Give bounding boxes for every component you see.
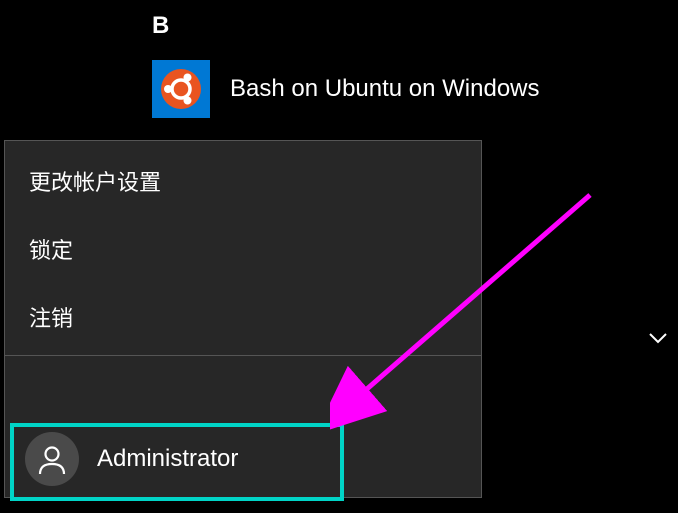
app-label: Bash on Ubuntu on Windows (230, 75, 540, 103)
menu-divider (5, 355, 481, 356)
user-avatar-icon (25, 432, 79, 486)
user-context-menu: 更改帐户设置 锁定 注销 Administrator (4, 140, 482, 498)
menu-item-sign-out[interactable]: 注销 (5, 283, 481, 351)
chevron-down-icon[interactable] (648, 328, 668, 349)
ubuntu-icon (152, 60, 210, 118)
menu-item-lock[interactable]: 锁定 (5, 215, 481, 283)
section-header-letter: B (152, 12, 169, 40)
user-profile-item[interactable]: Administrator (5, 421, 481, 497)
user-name-label: Administrator (97, 445, 238, 473)
app-list-item[interactable]: Bash on Ubuntu on Windows (152, 60, 540, 118)
menu-item-account-settings[interactable]: 更改帐户设置 (5, 141, 481, 215)
